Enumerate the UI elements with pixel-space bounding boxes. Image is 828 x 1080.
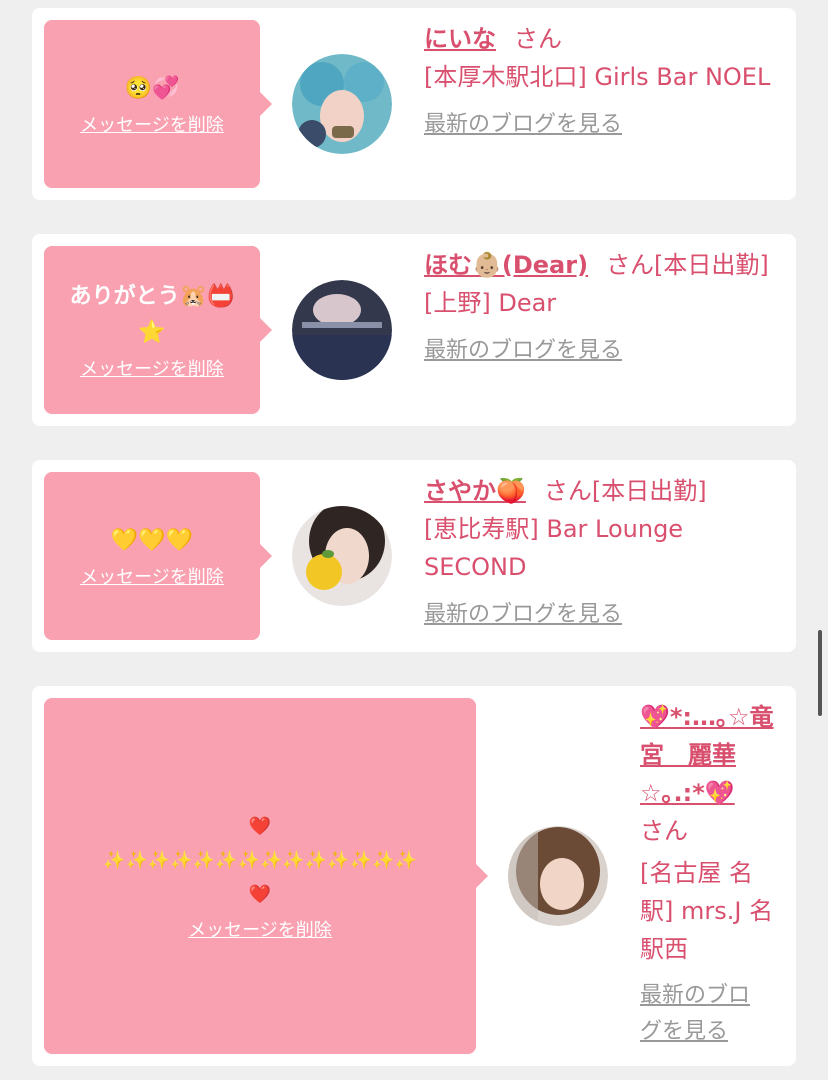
- honorific: さん: [640, 817, 688, 845]
- shop-name: [名古屋 名駅] mrs.J 名駅西: [640, 859, 774, 963]
- shop-name: [恵比寿駅] Bar Lounge SECOND: [424, 515, 684, 581]
- delete-message-link[interactable]: メッセージを削除: [80, 563, 224, 589]
- cast-info: 💖*:…｡☆竜宮 麗華☆｡.:*💖 さん [名古屋 名駅] mrs.J 名駅西 最…: [640, 698, 780, 1050]
- cast-name-line: さやか🍑 さん[本日出勤]: [424, 472, 784, 510]
- view-latest-blog-link[interactable]: 最新のブログを見る: [424, 596, 622, 634]
- message-list: 🥺💞 メッセージを削除 にいな さん [本厚木駅北口] Girls Bar NOE…: [0, 0, 828, 1080]
- message-text: ありがとう🐹📛 ⭐️: [69, 284, 235, 345]
- message-card: 🥺💞 メッセージを削除 にいな さん [本厚木駅北口] Girls Bar NOE…: [32, 8, 796, 200]
- cast-name-line: にいな さん: [424, 20, 784, 58]
- message-bubble: ありがとう🐹📛 ⭐️ メッセージを削除: [44, 246, 272, 414]
- view-latest-blog-link[interactable]: 最新のブログを見る: [424, 332, 622, 370]
- shop-name: [上野] Dear: [424, 289, 557, 317]
- cast-info: さやか🍑 さん[本日出勤] [恵比寿駅] Bar Lounge SECOND 最新…: [424, 472, 784, 634]
- cast-name-line: ほむ👶🏼(Dear) さん[本日出勤]: [424, 246, 784, 284]
- honorific: さん[本日出勤]: [543, 477, 707, 505]
- view-latest-blog-link[interactable]: 最新のブログを見る: [424, 106, 622, 144]
- avatar[interactable]: [292, 506, 392, 606]
- cast-name-link[interactable]: ほむ👶🏼(Dear): [424, 251, 588, 279]
- avatar[interactable]: [292, 280, 392, 380]
- message-card: ❤️ ✨✨✨✨✨✨✨✨✨✨✨✨✨✨ ❤️ メッセージを削除 💖*:…｡☆竜宮 麗…: [32, 686, 796, 1066]
- cast-info: ほむ👶🏼(Dear) さん[本日出勤] [上野] Dear 最新のブログを見る: [424, 246, 784, 370]
- honorific: さん[本日出勤]: [606, 251, 769, 279]
- scrollbar[interactable]: [818, 630, 822, 716]
- cast-name-line: 💖*:…｡☆竜宮 麗華☆｡.:*💖 さん: [640, 698, 780, 850]
- message-card: 💛💛💛 メッセージを削除 さやか🍑 さん[本日出勤] [恵比寿駅] Bar Lou…: [32, 460, 796, 652]
- avatar-photo: [292, 506, 392, 606]
- avatar[interactable]: [508, 826, 608, 926]
- message-text: 💛💛💛: [110, 528, 194, 553]
- message-text: 🥺💞: [124, 76, 180, 101]
- cast-name-link[interactable]: にいな: [424, 25, 496, 53]
- delete-message-link[interactable]: メッセージを削除: [80, 111, 224, 137]
- honorific: さん: [514, 25, 562, 53]
- cast-name-link[interactable]: さやか🍑: [424, 477, 526, 505]
- message-text: ❤️ ✨✨✨✨✨✨✨✨✨✨✨✨✨✨ ❤️: [103, 816, 417, 905]
- avatar[interactable]: [292, 54, 392, 154]
- delete-message-link[interactable]: メッセージを削除: [80, 355, 224, 381]
- cast-info: にいな さん [本厚木駅北口] Girls Bar NOEL 最新のブログを見る: [424, 20, 784, 144]
- delete-message-link[interactable]: メッセージを削除: [188, 916, 332, 942]
- avatar-photo: [508, 826, 608, 926]
- view-latest-blog-link[interactable]: 最新のブロ グを見る: [640, 978, 750, 1050]
- cast-name-link[interactable]: 💖*:…｡☆竜宮 麗華☆｡.:*💖: [640, 703, 774, 807]
- shop-name: [本厚木駅北口] Girls Bar NOEL: [424, 63, 771, 91]
- message-bubble: 💛💛💛 メッセージを削除: [44, 472, 272, 640]
- avatar-photo: [292, 280, 392, 380]
- avatar-photo: [292, 54, 392, 154]
- message-bubble: ❤️ ✨✨✨✨✨✨✨✨✨✨✨✨✨✨ ❤️ メッセージを削除: [44, 698, 488, 1054]
- message-card: ありがとう🐹📛 ⭐️ メッセージを削除 ほむ👶🏼(Dear) さん[本日出勤] […: [32, 234, 796, 426]
- message-bubble: 🥺💞 メッセージを削除: [44, 20, 272, 188]
